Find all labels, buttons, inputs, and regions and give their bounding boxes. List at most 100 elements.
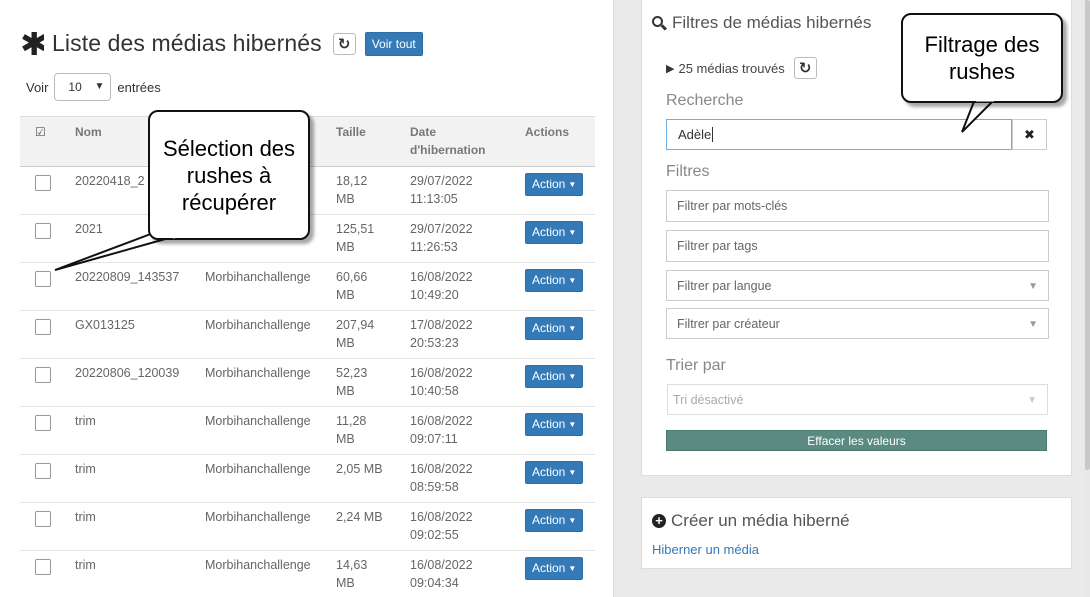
row-checkbox[interactable]	[35, 415, 51, 431]
row-size-text: 18,12 MB	[336, 174, 368, 206]
keywords-filter-input[interactable]: Filtrer par mots-clés	[666, 190, 1049, 222]
row-checkbox[interactable]	[35, 559, 51, 575]
row-date-text: 16/08/2022 10:40:58	[410, 366, 473, 398]
scrollbar-thumb[interactable]	[1085, 0, 1090, 470]
row-category: Morbihanchallenge	[205, 550, 336, 597]
row-date: 16/08/2022 10:49:20	[410, 262, 525, 311]
row-date: 29/07/2022 11:13:05	[410, 166, 525, 215]
table-row: trim Morbihanchallenge 11,28 MB 16/08/20…	[20, 406, 595, 455]
row-date: 16/08/2022 09:02:55	[410, 502, 525, 551]
row-size: 125,51 MB	[336, 214, 410, 263]
row-date: 29/07/2022 11:26:53	[410, 214, 525, 263]
table-row: GX013125 Morbihanchallenge 207,94 MB 17/…	[20, 310, 595, 359]
creator-filter-select[interactable]: Filtrer par créateur ▼	[666, 308, 1049, 339]
row-size: 2,24 MB	[336, 502, 410, 551]
text-cursor	[712, 127, 714, 142]
row-size: 60,66 MB	[336, 262, 410, 311]
row-name: trim	[75, 454, 205, 503]
row-checkbox[interactable]	[35, 463, 51, 479]
filters-label: Filtres	[666, 163, 710, 180]
hibernate-media-link[interactable]: Hiberner un média	[652, 542, 759, 557]
action-label: Action	[532, 369, 566, 383]
action-button[interactable]: Action ▼	[525, 365, 584, 388]
row-name: 20220806_120039	[75, 358, 205, 407]
chevron-down-icon: ▼	[94, 81, 105, 92]
filtering-callout: Filtrage des rushes	[901, 13, 1063, 103]
row-date-text: 16/08/2022 08:59:58	[410, 462, 473, 494]
dropdown-arrow-icon: ▼	[1027, 395, 1037, 406]
action-button[interactable]: Action ▼	[525, 509, 584, 532]
refresh-results-button[interactable]: ↻	[793, 57, 817, 79]
action-label: Action	[532, 465, 566, 479]
row-date: 16/08/2022 10:40:58	[410, 358, 525, 407]
create-title-text: Créer un média hiberné	[671, 511, 850, 530]
row-size: 207,94 MB	[336, 310, 410, 359]
row-category: Morbihanchallenge	[205, 406, 336, 455]
action-button[interactable]: Action ▼	[525, 413, 584, 436]
action-button[interactable]: Action ▼	[525, 317, 584, 340]
table-row: trim Morbihanchallenge 2,24 MB 16/08/202…	[20, 502, 595, 551]
media-list-panel: ✱ Liste des médias hibernés ↻ Voir tout …	[0, 0, 614, 597]
caret-down-icon: ▼	[568, 324, 577, 333]
clear-values-button[interactable]: Effacer les valeurs	[666, 430, 1047, 451]
action-button[interactable]: Action ▼	[525, 461, 584, 484]
column-header-size[interactable]: Taille	[336, 116, 410, 167]
voir-tout-button[interactable]: Voir tout	[364, 31, 423, 56]
row-checkbox[interactable]	[35, 175, 51, 191]
check-square-icon: ☑	[35, 125, 46, 139]
row-date: 16/08/2022 09:07:11	[410, 406, 525, 455]
clear-search-button[interactable]: ✖	[1012, 119, 1047, 150]
entries-label: entrées	[117, 79, 161, 95]
caret-down-icon: ▼	[568, 420, 577, 429]
caret-down-icon: ▼	[568, 372, 577, 381]
dropdown-arrow-icon: ▼	[1028, 281, 1038, 292]
filters-title: Filtres de médias hibernés	[652, 13, 871, 33]
row-size: 2,05 MB	[336, 454, 410, 503]
row-checkbox[interactable]	[35, 511, 51, 527]
asterisk-icon: ✱	[20, 31, 44, 56]
row-checkbox[interactable]	[35, 319, 51, 335]
caret-down-icon: ▼	[568, 180, 577, 189]
column-header-date[interactable]: Date d'hibernation	[410, 116, 525, 167]
page-size-select[interactable]: 10 ▼	[54, 73, 112, 101]
action-button[interactable]: Action ▼	[525, 269, 584, 292]
tags-filter-input[interactable]: Filtrer par tags	[666, 230, 1049, 262]
action-button[interactable]: Action ▼	[525, 173, 584, 196]
triangle-right-icon[interactable]: ▶	[666, 62, 674, 75]
row-date: 17/08/2022 20:53:23	[410, 310, 525, 359]
create-title: + Créer un média hiberné	[652, 511, 850, 531]
results-count: 25 médias trouvés	[678, 60, 785, 76]
caret-down-icon: ▼	[568, 276, 577, 285]
search-label: Recherche	[666, 92, 744, 109]
row-size: 14,63 MB	[336, 550, 410, 597]
refresh-icon: ↻	[798, 60, 812, 77]
action-label: Action	[532, 417, 566, 431]
row-size: 11,28 MB	[336, 406, 410, 455]
row-category: Morbihanchallenge	[205, 310, 336, 359]
row-size-text: 2,24 MB	[336, 510, 383, 524]
action-label: Action	[532, 177, 566, 191]
row-date-text: 16/08/2022 09:02:55	[410, 510, 473, 542]
action-label: Action	[532, 561, 566, 575]
row-size-text: 60,66 MB	[336, 270, 368, 302]
row-checkbox[interactable]	[35, 223, 51, 239]
row-category: Morbihanchallenge	[205, 502, 336, 551]
filters-title-text: Filtres de médias hibernés	[672, 13, 872, 32]
filtering-callout-text: Filtrage des rushes	[924, 32, 1040, 84]
dropdown-arrow-icon: ▼	[1028, 319, 1038, 330]
column-header-date-text: Date d'hibernation	[410, 125, 486, 157]
page-title: Liste des médias hibernés	[52, 30, 322, 56]
action-button[interactable]: Action ▼	[525, 221, 584, 244]
search-input[interactable]: Adèle	[666, 119, 1012, 150]
search-icon	[652, 15, 668, 31]
action-button[interactable]: Action ▼	[525, 557, 584, 580]
row-checkbox[interactable]	[35, 367, 51, 383]
select-all-header[interactable]: ☑	[20, 116, 75, 167]
sort-label: Trier par	[666, 357, 726, 374]
refresh-list-button[interactable]: ↻	[332, 32, 356, 55]
language-filter-select[interactable]: Filtrer par langue ▼	[666, 270, 1049, 301]
row-date-text: 16/08/2022 09:07:11	[410, 414, 473, 446]
action-label: Action	[532, 225, 566, 239]
close-icon: ✖	[1024, 126, 1035, 142]
row-checkbox[interactable]	[35, 271, 51, 287]
